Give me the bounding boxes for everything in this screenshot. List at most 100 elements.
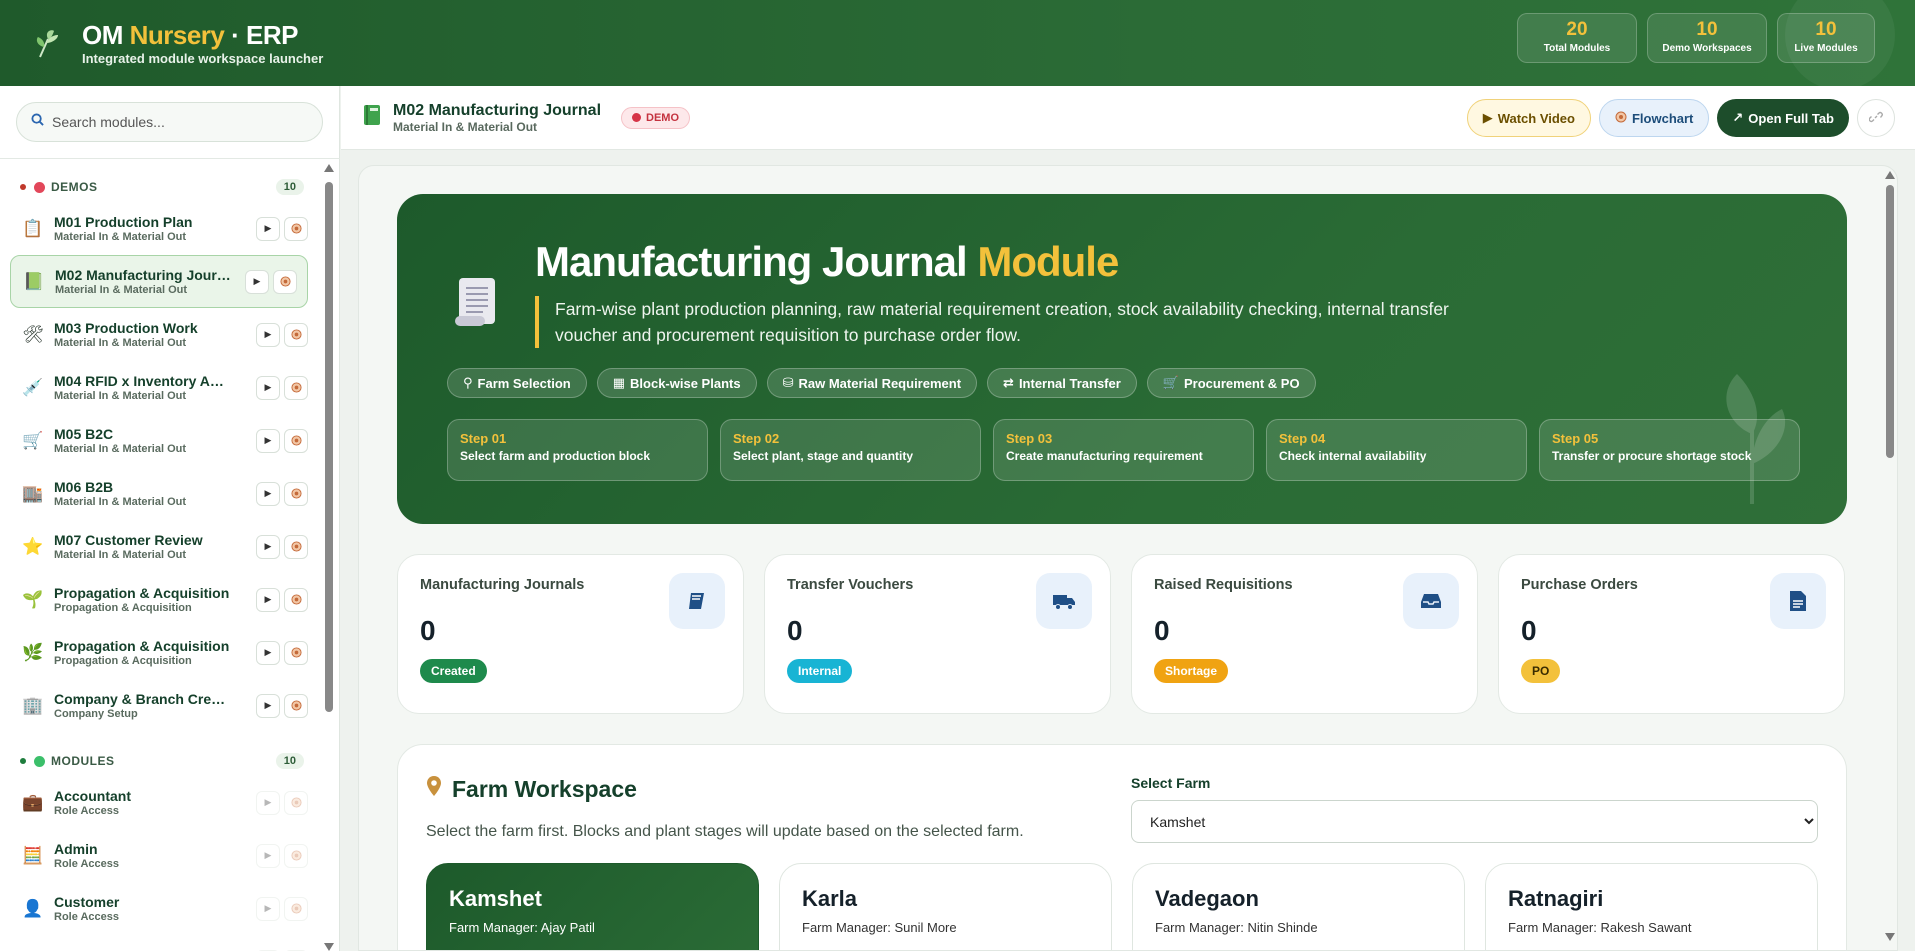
flowchart-button[interactable] <box>284 322 308 347</box>
play-button[interactable]: ▶ <box>256 843 280 868</box>
play-button[interactable]: ▶ <box>256 428 280 453</box>
green-circle-icon <box>34 755 45 767</box>
play-button[interactable]: ▶ <box>245 269 269 294</box>
play-button[interactable]: ▶ <box>256 640 280 665</box>
sidebar-item[interactable]: 💼 Accountant Role Access ▶ <box>0 776 318 829</box>
cart-icon: 🛒 <box>22 430 44 450</box>
sidebar-item[interactable]: 🧮 Admin Role Access ▶ <box>0 829 318 882</box>
sidebar-item[interactable]: 🏬 M06 B2B Material In & Material Out ▶ <box>0 467 318 520</box>
flowchart-button[interactable] <box>284 428 308 453</box>
sidebar-item[interactable]: 👤 Customer Role Access ▶ <box>0 882 318 935</box>
search-input[interactable] <box>52 114 292 130</box>
syringe-icon: 💉 <box>22 377 44 397</box>
farm-cards: Kamshet Farm Manager: Ajay Patil Karla Far… <box>426 863 1818 950</box>
status-badge: Created <box>420 659 487 683</box>
abacus-icon: 🧮 <box>22 845 44 865</box>
flowchart-button[interactable] <box>284 693 308 718</box>
flowchart-button[interactable] <box>284 481 308 506</box>
sidebar-item-subtitle: Propagation & Acquisition <box>54 602 192 614</box>
play-button[interactable]: ▶ <box>256 375 280 400</box>
workspace-canvas: Manufacturing Journal Module Farm-wise p… <box>358 165 1898 951</box>
flowchart-button[interactable] <box>284 640 308 665</box>
play-button[interactable]: ▶ <box>256 790 280 815</box>
sidebar-item-title: Customer <box>54 894 120 910</box>
farm-select[interactable]: Kamshet <box>1131 800 1818 843</box>
play-button[interactable]: ▶ <box>256 534 280 559</box>
document-icon <box>1770 573 1826 629</box>
scroll-document-icon <box>453 272 501 330</box>
leaf-watermark-icon <box>1726 374 1786 504</box>
main-scrollbar[interactable] <box>1883 165 1897 951</box>
sidebar-item[interactable]: 📗 M02 Manufacturing Journal Material In & … <box>10 255 308 308</box>
sidebar-item[interactable]: 🌿 Propagation & Acquisition Propagation & … <box>0 626 318 679</box>
play-button[interactable]: ▶ <box>256 587 280 612</box>
play-button[interactable]: ▶ <box>256 481 280 506</box>
copy-link-button[interactable] <box>1857 99 1895 137</box>
sidebar-item[interactable]: 🧑Supervisor▶ <box>0 935 318 951</box>
flowchart-button[interactable]: Flowchart <box>1598 99 1710 137</box>
search-box[interactable] <box>16 102 323 142</box>
sidebar-item-title: M07 Customer Review <box>54 532 203 548</box>
flowchart-button[interactable] <box>284 587 308 612</box>
cubes-icon: ⛁ <box>782 375 794 390</box>
sidebar: DEMOS 10 📋M01 Production PlanMaterial In… <box>0 86 340 951</box>
farm-card[interactable]: Ratnagiri Farm Manager: Rakesh Sawant <box>1485 863 1818 950</box>
sidebar-item[interactable]: ⭐ M07 Customer Review Material In & Materi… <box>0 520 318 573</box>
herb-icon: 🌿 <box>22 642 44 662</box>
group-count: 10 <box>275 179 304 195</box>
sidebar-item-subtitle: Propagation & Acquisition <box>54 655 192 667</box>
sidebar-item-subtitle: Material In & Material Out <box>54 231 187 243</box>
person-icon: 👤 <box>22 898 44 918</box>
flowchart-button[interactable] <box>284 790 308 815</box>
farm-card[interactable]: Vadegaon Farm Manager: Nitin Shinde <box>1132 863 1465 950</box>
green-book-icon <box>363 104 381 132</box>
hero-banner: Manufacturing Journal Module Farm-wise p… <box>397 194 1847 524</box>
play-button[interactable]: ▶ <box>256 896 280 921</box>
brand: OM Nursery · ERP Integrated module works… <box>82 21 323 66</box>
sidebar-item-title: Accountant <box>54 788 131 804</box>
map-marker-icon <box>426 775 442 803</box>
sidebar-item[interactable]: 🛒 M05 B2C Material In & Material Out ▶ <box>0 414 318 467</box>
play-button[interactable]: ▶ <box>256 216 280 241</box>
map-pin-icon: ⚲ <box>463 375 473 390</box>
sidebar-item[interactable]: 🌱 Propagation & Acquisition Propagation & … <box>0 573 318 626</box>
flowchart-button[interactable] <box>284 896 308 921</box>
sidebar-scrollbar[interactable] <box>322 164 336 951</box>
flowchart-button[interactable] <box>284 534 308 559</box>
sidebar-item-title: Propagation & Acquisition <box>54 638 230 654</box>
sidebar-item[interactable]: 🏢 Company & Branch Creation Company Setup ▶ <box>0 679 318 732</box>
group-demos-header: DEMOS 10 <box>0 172 318 202</box>
red-circle-icon <box>34 181 45 193</box>
flowchart-button[interactable] <box>284 843 308 868</box>
play-button[interactable]: ▶ <box>256 693 280 718</box>
process-steps: Step 01 Select farm and production block … <box>447 419 1800 481</box>
flowchart-button[interactable] <box>284 375 308 400</box>
play-button[interactable]: ▶ <box>256 322 280 347</box>
farm-card[interactable]: Karla Farm Manager: Sunil More <box>779 863 1112 950</box>
stat-live-modules: 10 Live Modules <box>1777 13 1875 63</box>
open-full-tab-button[interactable]: ↗ Open Full Tab <box>1717 99 1849 137</box>
watch-video-button[interactable]: ▶ Watch Video <box>1466 99 1591 137</box>
group-modules-header: MODULES 10 <box>0 746 318 776</box>
hero-title: Manufacturing Journal Module <box>535 238 1119 285</box>
header-actions: ▶ Watch Video Flowchart ↗ Open Full Tab <box>1466 99 1895 137</box>
red-dot-icon <box>632 113 642 122</box>
sidebar-item[interactable]: 📋 M01 Production Plan Material In & Materi… <box>0 202 318 255</box>
grid-icon: ▦ <box>612 375 626 390</box>
search-icon <box>31 113 44 131</box>
select-farm-label: Select Farm <box>1131 775 1211 791</box>
star-icon: ⭐ <box>22 536 44 556</box>
sidebar-item[interactable]: 💉 M04 RFID x Inventory Audit Material In &… <box>0 361 318 414</box>
farm-card-selected[interactable]: Kamshet Farm Manager: Ajay Patil <box>426 863 759 950</box>
module-title: M02 Manufacturing Journal <box>393 101 602 119</box>
step-card: Step 02 Select plant, stage and quantity <box>720 419 981 481</box>
sidebar-item-title: M04 RFID x Inventory Audit <box>54 373 230 389</box>
briefcase-icon: 💼 <box>22 792 44 812</box>
flowchart-button[interactable] <box>284 216 308 241</box>
status-badge: PO <box>1521 659 1561 683</box>
farm-workspace-panel: Farm Workspace Select the farm first. Bl… <box>397 744 1847 950</box>
sidebar-item-title: M06 B2B <box>54 479 114 495</box>
flowchart-button[interactable] <box>273 269 297 294</box>
step-card: Step 04 Check internal availability <box>1266 419 1527 481</box>
sidebar-item[interactable]: 🛠 M03 Production Work Material In & Materi… <box>0 308 318 361</box>
